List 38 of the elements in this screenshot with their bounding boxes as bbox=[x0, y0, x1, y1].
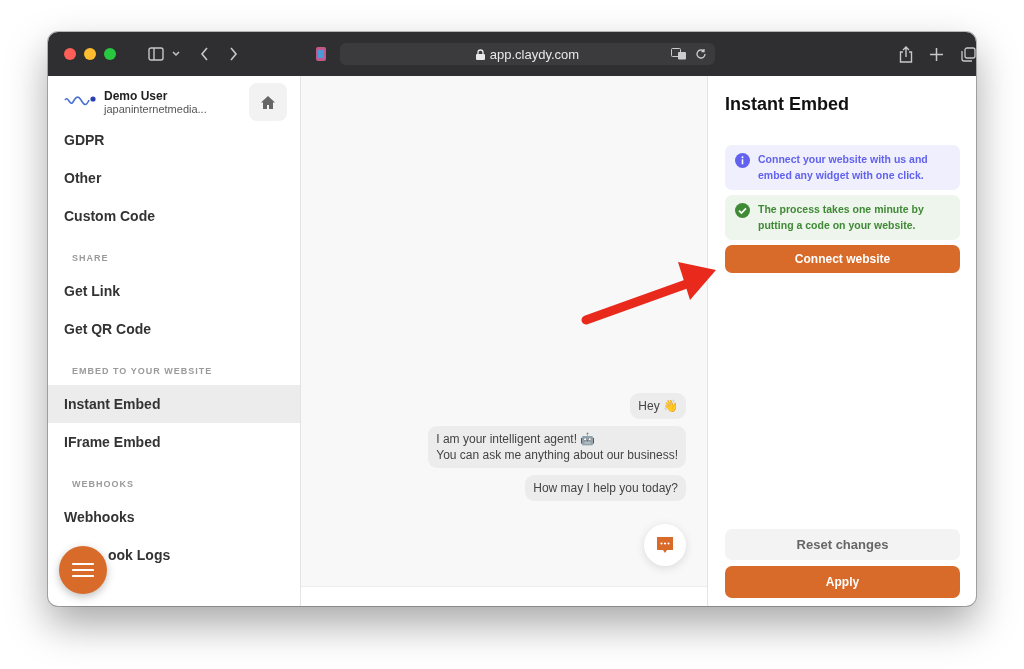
info-icon bbox=[735, 153, 750, 168]
section-heading: SHARE bbox=[71, 252, 110, 265]
share-icon[interactable] bbox=[899, 45, 913, 63]
home-icon bbox=[261, 95, 275, 109]
sidebar-icon[interactable] bbox=[148, 47, 164, 61]
menu-icon bbox=[72, 562, 94, 578]
chat-bubble: How may I help you today? bbox=[525, 475, 686, 501]
minimize-icon[interactable] bbox=[84, 48, 96, 60]
maximize-icon[interactable] bbox=[104, 48, 116, 60]
tabs-icon[interactable] bbox=[961, 46, 976, 62]
translate-icon[interactable] bbox=[671, 48, 687, 60]
reset-button[interactable]: Reset changes bbox=[725, 529, 960, 560]
forward-icon[interactable] bbox=[229, 47, 238, 61]
user-name: Demo User bbox=[104, 89, 169, 103]
plus-icon[interactable] bbox=[930, 47, 943, 61]
info-notice: Connect your website with us and embed any widget with one click. bbox=[725, 145, 960, 190]
menu-button[interactable] bbox=[59, 546, 107, 594]
section-heading: WEBHOOKS bbox=[71, 478, 135, 491]
address-bar[interactable]: app.claydy.com bbox=[340, 43, 715, 65]
chat-launcher-button[interactable] bbox=[644, 524, 686, 566]
user-email: japaninternetmedia... bbox=[104, 103, 208, 115]
chat-bubble: I am your intelligent agent! 🤖 You can ask me anything about our business! bbox=[428, 426, 686, 468]
panel-title: Instant Embed bbox=[725, 94, 850, 115]
sidebar-item[interactable]: GDPR bbox=[48, 121, 300, 159]
section-heading: EMBED TO YOUR WEBSITE bbox=[71, 365, 214, 378]
chat-bubble: Hey 👋 bbox=[630, 393, 686, 419]
close-icon[interactable] bbox=[64, 48, 76, 60]
reload-icon[interactable] bbox=[695, 48, 707, 60]
success-notice: The process takes one minute by putting a code on your website. bbox=[725, 195, 960, 240]
sidebar-item[interactable]: Instant Embed bbox=[48, 385, 300, 423]
lock-icon bbox=[475, 48, 485, 60]
chevron-down-icon[interactable] bbox=[172, 51, 180, 57]
home-button[interactable] bbox=[249, 83, 287, 121]
chat-icon bbox=[655, 535, 675, 555]
url-text: app.claydy.com bbox=[489, 46, 580, 62]
back-icon[interactable] bbox=[200, 47, 209, 61]
favicon-icon bbox=[316, 47, 326, 61]
check-circle-icon bbox=[735, 203, 750, 218]
